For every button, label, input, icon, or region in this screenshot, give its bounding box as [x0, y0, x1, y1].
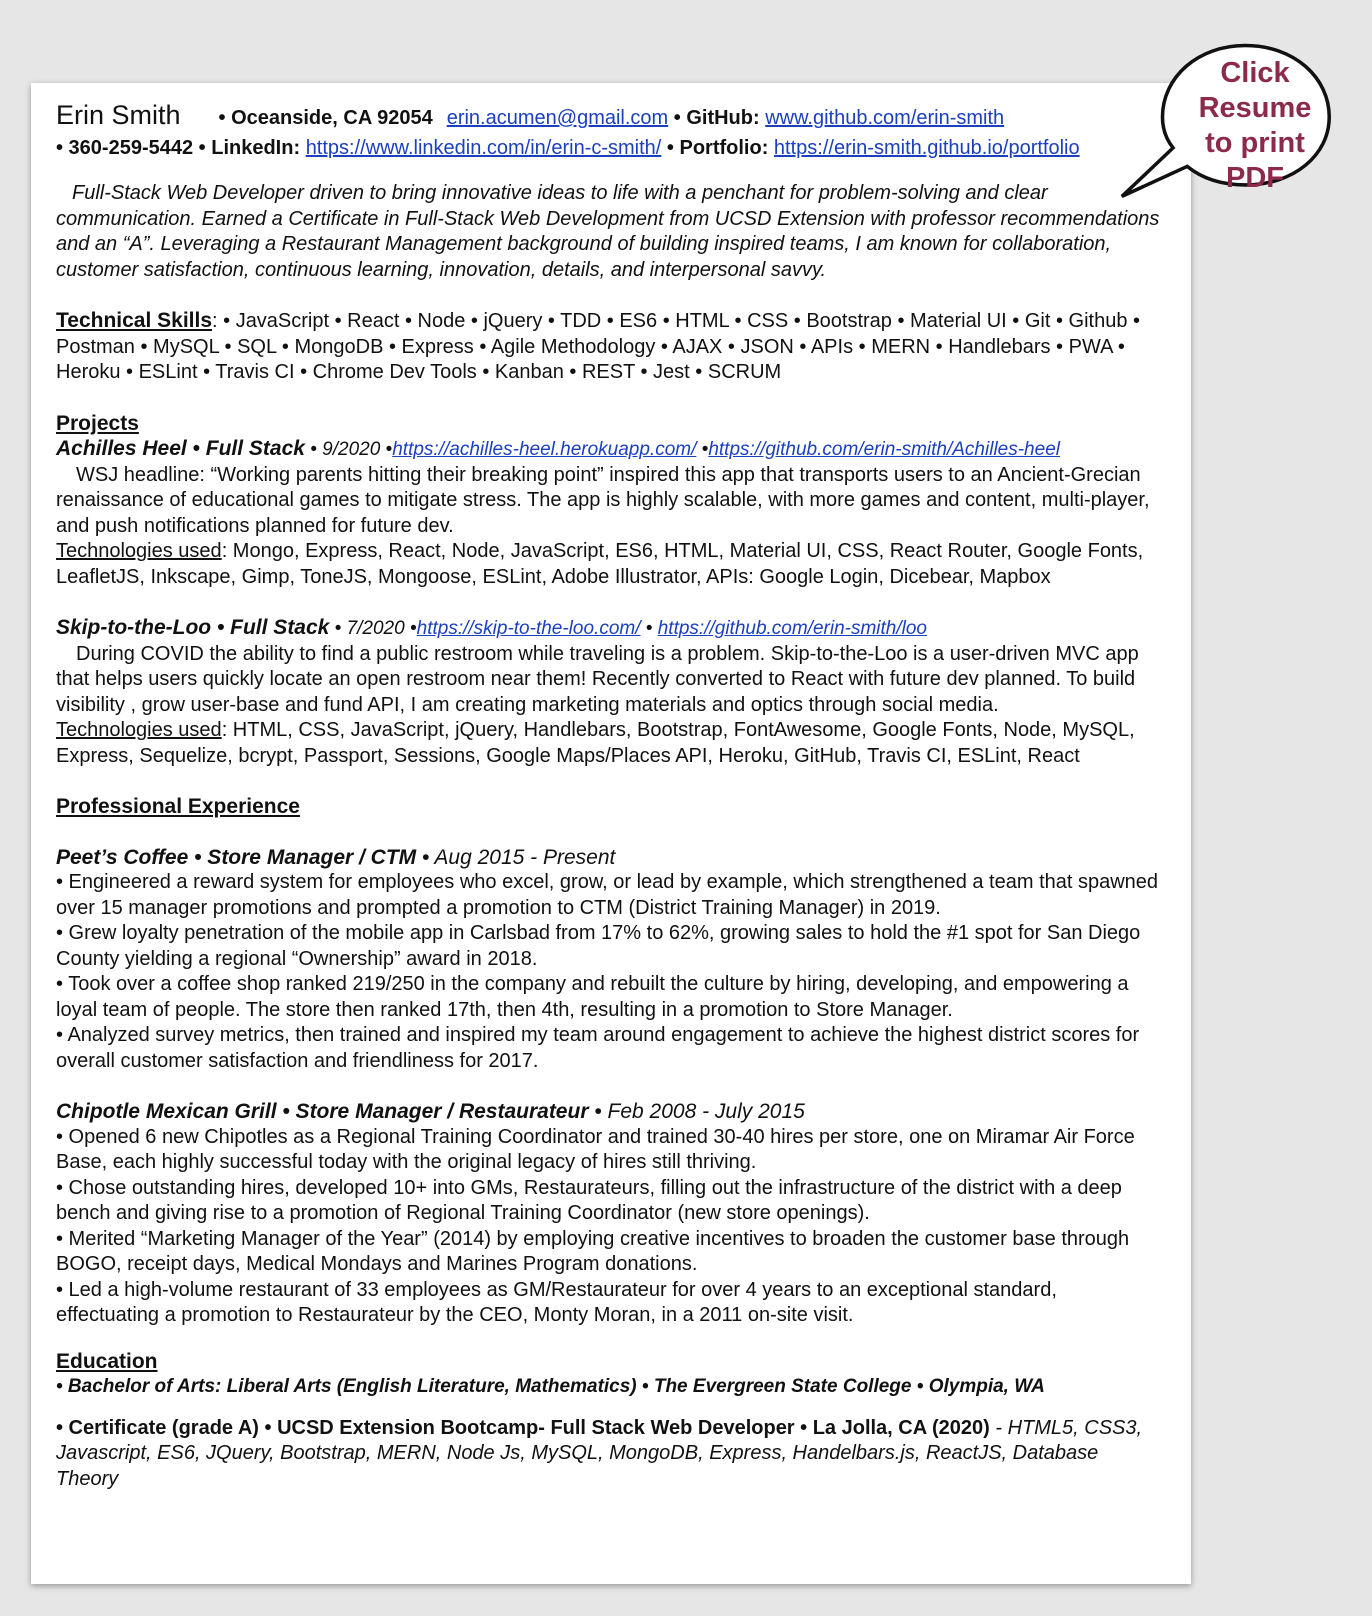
- job-dates: • Feb 2008 - July 2015: [588, 1100, 805, 1123]
- project-date: • 9/2020 •: [304, 439, 393, 460]
- callout-line: Click: [1220, 57, 1290, 89]
- job-bullet: • Grew loyalty penetration of the mobile…: [56, 922, 1141, 970]
- callout-line: Resume: [1198, 92, 1312, 124]
- job-bullet: • Chose outstanding hires, developed 10+…: [56, 1176, 1122, 1225]
- skills-section: Technical Skills: • JavaScript • React •…: [56, 308, 1161, 386]
- project-tech: Technologies used: HTML, CSS, JavaScript…: [56, 718, 1161, 769]
- job-bullet: • Analyzed survey metrics, then trained …: [56, 1024, 1140, 1072]
- job-bullet: • Led a high-volume restaurant of 33 emp…: [56, 1278, 1057, 1327]
- project-name: Skip-to-the-Loo • Full Stack: [56, 616, 330, 639]
- project-tech: Technologies used: Mongo, Express, React…: [56, 539, 1161, 590]
- github-label: • GitHub:: [673, 107, 760, 129]
- portfolio-link[interactable]: https://erin-smith.github.io/portfolio: [774, 137, 1080, 159]
- location: • Oceanside, CA 92054: [218, 107, 433, 129]
- experience-title: Professional Experience: [56, 795, 300, 818]
- job-item: Chipotle Mexican Grill • Store Manager /…: [56, 1099, 1161, 1329]
- certificate-title: • Certificate (grade A) • UCSD Extension…: [56, 1416, 996, 1439]
- project-item: Achilles Heel • Full Stack • 9/2020 •htt…: [56, 436, 1161, 590]
- resume-page[interactable]: Erin Smith • Oceanside, CA 92054 erin.ac…: [31, 83, 1191, 1584]
- skills-title: Technical Skills: [56, 309, 213, 332]
- project-description: During COVID the ability to find a publi…: [56, 642, 1139, 716]
- education-title: Education: [56, 1349, 158, 1373]
- link-separator: •: [696, 439, 709, 460]
- linkedin-link[interactable]: https://www.linkedin.com/in/erin-c-smith…: [306, 137, 662, 159]
- tech-label: Technologies used: [56, 719, 222, 741]
- job-bullet: • Merited “Marketing Manager of the Year…: [56, 1227, 1130, 1276]
- project-repo-link[interactable]: https://github.com/erin-smith/Achilles-h…: [708, 439, 1060, 460]
- summary: Full-Stack Web Developer driven to bring…: [56, 182, 1160, 281]
- tech-label: Technologies used: [56, 540, 222, 562]
- link-separator: •: [640, 618, 658, 639]
- job-bullet: • Opened 6 new Chipotles as a Regional T…: [56, 1125, 1135, 1174]
- project-live-link[interactable]: https://achilles-heel.herokuapp.com/: [392, 439, 696, 460]
- project-item: Skip-to-the-Loo • Full Stack • 7/2020 •h…: [56, 615, 1161, 769]
- projects-title: Projects: [56, 411, 139, 435]
- callout-line: to print: [1205, 127, 1305, 159]
- project-date: • 7/2020 •: [329, 618, 417, 639]
- job-bullet: • Took over a coffee shop ranked 219/250…: [56, 973, 1129, 1021]
- skills-text: : • JavaScript • React • Node • jQuery •…: [56, 310, 1140, 383]
- project-live-link[interactable]: https://skip-to-the-loo.com/: [417, 618, 641, 639]
- job-dates: • Aug 2015 - Present: [416, 845, 616, 869]
- phone: • 360-259-5442: [56, 136, 194, 159]
- header-line-2: • 360-259-5442 • LinkedIn: https://www.l…: [56, 136, 1161, 162]
- portfolio-label: • Portfolio:: [666, 136, 769, 159]
- job-title: Chipotle Mexican Grill • Store Manager /…: [56, 1100, 589, 1123]
- github-link[interactable]: www.github.com/erin-smith: [765, 106, 1004, 132]
- callout-text[interactable]: Click Resume to print PDF: [1184, 56, 1326, 196]
- project-repo-link[interactable]: https://github.com/erin-smith/loo: [658, 618, 927, 639]
- header-line-1: Erin Smith • Oceanside, CA 92054 erin.ac…: [56, 100, 1161, 132]
- education-certificate: • Certificate (grade A) • UCSD Extension…: [56, 1416, 1161, 1493]
- job-bullet: • Engineered a reward system for employe…: [56, 871, 1159, 919]
- project-description: WSJ headline: “Working parents hitting t…: [56, 463, 1150, 537]
- callout-line: PDF: [1226, 162, 1284, 194]
- education-degree: • Bachelor of Arts: Liberal Arts (Englis…: [56, 1376, 1045, 1397]
- job-item: Peet’s Coffee • Store Manager / CTM • Au…: [56, 845, 1161, 1075]
- resume-name: Erin Smith: [56, 100, 181, 130]
- job-title: Peet’s Coffee • Store Manager / CTM: [56, 845, 417, 869]
- linkedin-label: • LinkedIn:: [198, 136, 301, 159]
- email-link[interactable]: erin.acumen@gmail.com: [447, 106, 669, 132]
- project-name: Achilles Heel • Full Stack: [56, 437, 305, 460]
